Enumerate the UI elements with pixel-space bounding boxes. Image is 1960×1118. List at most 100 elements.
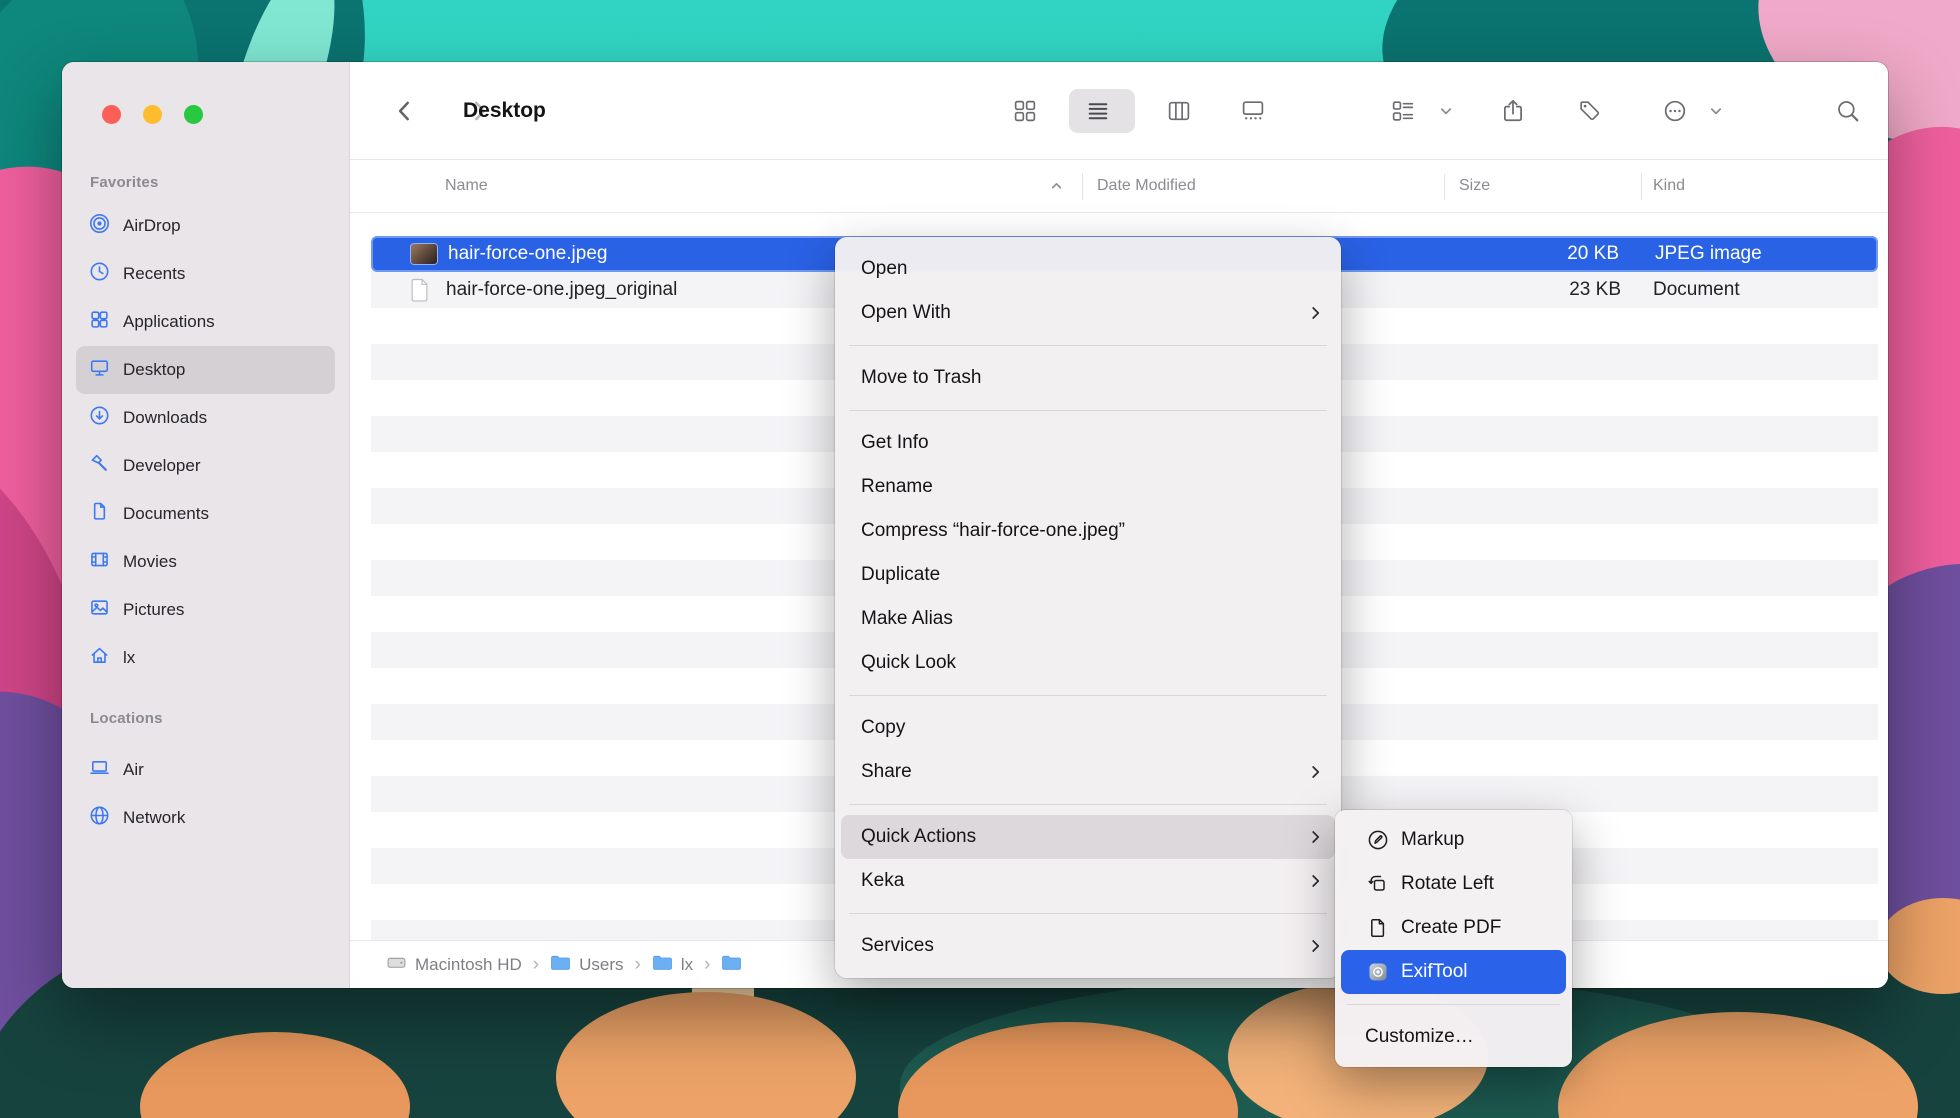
menu-item-label: Rename	[861, 476, 933, 498]
submenu-arrow-icon	[1310, 305, 1321, 321]
folder-icon	[550, 953, 571, 977]
menu-item-share[interactable]: Share	[835, 750, 1341, 794]
sidebar-item-network[interactable]: Network	[76, 794, 335, 842]
sidebar-item-home[interactable]: lx	[76, 634, 335, 682]
list-view-button[interactable]	[1086, 99, 1111, 124]
menu-item-duplicate[interactable]: Duplicate	[835, 553, 1341, 597]
menu-item-quick-look[interactable]: Quick Look	[835, 641, 1341, 685]
sidebar-item-label: Downloads	[123, 408, 207, 428]
submenu-item-label: Rotate Left	[1401, 873, 1494, 895]
menu-separator	[849, 410, 1327, 411]
path-item-macintosh-hd[interactable]: Macintosh HD	[386, 952, 522, 978]
column-header-name[interactable]: Name	[445, 177, 488, 195]
path-item-lx[interactable]: lx	[652, 953, 693, 977]
folder-icon	[652, 953, 673, 977]
rotate-left-icon	[1365, 873, 1391, 895]
path-item-users[interactable]: Users	[550, 953, 623, 977]
share-button[interactable]	[1500, 98, 1526, 124]
submenu-arrow-icon	[1310, 764, 1321, 780]
column-view-button[interactable]	[1167, 99, 1192, 124]
menu-item-quick-actions[interactable]: Quick Actions	[841, 815, 1335, 859]
menu-item-label: Get Info	[861, 432, 929, 454]
more-actions-button[interactable]	[1662, 98, 1688, 124]
menu-separator	[849, 345, 1327, 346]
gallery-view-button[interactable]	[1241, 99, 1266, 124]
menu-item-label: Move to Trash	[861, 367, 981, 389]
menu-item-label: Share	[861, 761, 912, 783]
blank-document-icon	[409, 277, 430, 303]
submenu-arrow-icon	[1310, 938, 1321, 954]
sidebar-item-developer[interactable]: Developer	[76, 442, 335, 490]
sidebar-item-downloads[interactable]: Downloads	[76, 394, 335, 442]
hammer-icon	[89, 453, 110, 479]
menu-item-open[interactable]: Open	[835, 247, 1341, 291]
column-header-kind[interactable]: Kind	[1653, 177, 1685, 195]
sidebar-item-movies[interactable]: Movies	[76, 538, 335, 586]
chevron-down-icon[interactable]	[1709, 104, 1724, 119]
window-title: Desktop	[463, 99, 546, 123]
sidebar-item-desktop[interactable]: Desktop	[76, 346, 335, 394]
path-item-partial[interactable]	[721, 953, 750, 977]
back-button[interactable]	[392, 98, 418, 124]
submenu-item-rotate-left[interactable]: Rotate Left	[1335, 862, 1572, 906]
photo-icon	[89, 597, 110, 623]
sidebar-section-title-locations: Locations	[90, 710, 163, 727]
icon-view-button[interactable]	[1013, 99, 1038, 124]
file-name: hair-force-one.jpeg	[448, 243, 607, 265]
sidebar-item-recents[interactable]: Recents	[76, 250, 335, 298]
menu-item-compress[interactable]: Compress “hair-force-one.jpeg”	[835, 509, 1341, 553]
file-kind: Document	[1653, 279, 1740, 301]
minimize-window-button[interactable]	[143, 105, 162, 124]
menu-item-label: Duplicate	[861, 564, 940, 586]
submenu-arrow-icon	[1310, 873, 1321, 889]
sidebar-item-airdrop[interactable]: AirDrop	[76, 202, 335, 250]
column-header-size[interactable]: Size	[1459, 177, 1490, 195]
download-icon	[89, 405, 110, 431]
globe-icon	[89, 805, 110, 831]
sort-ascending-icon	[1050, 180, 1063, 193]
list-column-headers: Name Date Modified Size Kind	[350, 160, 1888, 213]
menu-item-copy[interactable]: Copy	[835, 706, 1341, 750]
search-button[interactable]	[1835, 98, 1861, 124]
column-header-date-modified[interactable]: Date Modified	[1097, 177, 1196, 195]
menu-item-move-to-trash[interactable]: Move to Trash	[835, 356, 1341, 400]
close-window-button[interactable]	[102, 105, 121, 124]
sidebar-item-documents[interactable]: Documents	[76, 490, 335, 538]
sidebar-item-pictures[interactable]: Pictures	[76, 586, 335, 634]
submenu-separator	[1347, 1004, 1560, 1005]
path-label: Macintosh HD	[415, 955, 522, 975]
group-by-button[interactable]	[1391, 99, 1416, 124]
submenu-item-create-pdf[interactable]: Create PDF	[1335, 906, 1572, 950]
menu-item-get-info[interactable]: Get Info	[835, 421, 1341, 465]
submenu-item-label: Create PDF	[1401, 917, 1501, 939]
tags-button[interactable]	[1578, 99, 1603, 124]
menu-item-make-alias[interactable]: Make Alias	[835, 597, 1341, 641]
zoom-window-button[interactable]	[184, 105, 203, 124]
menu-item-open-with[interactable]: Open With	[835, 291, 1341, 335]
menu-item-keka[interactable]: Keka	[835, 859, 1341, 903]
column-divider	[1444, 174, 1445, 200]
path-separator-icon: ›	[635, 954, 641, 976]
menu-separator	[849, 695, 1327, 696]
sidebar: Favorites AirDrop Recents Applications D…	[62, 62, 350, 988]
submenu-item-customize[interactable]: Customize…	[1335, 1015, 1572, 1059]
submenu-item-label: ExifTool	[1401, 961, 1468, 983]
submenu-item-markup[interactable]: Markup	[1335, 818, 1572, 862]
folder-icon	[721, 953, 742, 977]
image-thumbnail	[411, 244, 437, 264]
clock-icon	[89, 261, 110, 287]
sidebar-item-applications[interactable]: Applications	[76, 298, 335, 346]
menu-item-services[interactable]: Services	[835, 924, 1341, 968]
column-divider	[1082, 174, 1083, 200]
submenu-item-exiftool[interactable]: ExifTool	[1341, 950, 1566, 994]
create-pdf-icon	[1365, 917, 1391, 939]
sidebar-item-label: Network	[123, 808, 185, 828]
sidebar-item-air[interactable]: Air	[76, 746, 335, 794]
quick-actions-submenu: Markup Rotate Left Create PDF ExifTool C…	[1335, 810, 1572, 1067]
path-separator-icon: ›	[704, 954, 710, 976]
file-size: 20 KB	[1567, 243, 1619, 265]
sidebar-item-label: lx	[123, 648, 135, 668]
menu-item-rename[interactable]: Rename	[835, 465, 1341, 509]
sidebar-item-label: Pictures	[123, 600, 184, 620]
chevron-down-icon[interactable]	[1439, 104, 1454, 119]
